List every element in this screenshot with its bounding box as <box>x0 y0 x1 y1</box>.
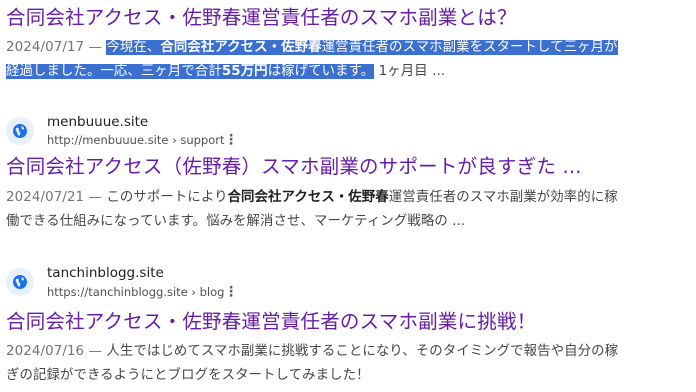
date-separator: — <box>84 190 107 205</box>
snippet-bold: 合同会社アクセス・佐野春 <box>160 40 322 55</box>
result-title-2[interactable]: 合同会社アクセス（佐野春）スマホ副業のサポートが良すぎた ... <box>6 154 582 180</box>
more-vert-icon[interactable]: ⋮ <box>224 284 238 300</box>
more-vert-icon[interactable]: ⋮ <box>224 132 238 148</box>
result-snippet-1: 2024/07/17 — 今現在、合同会社アクセス・佐野春運営責任者のスマホ副業… <box>6 36 628 84</box>
site-url-3[interactable]: https://tanchinblogg.site › blog <box>47 285 224 299</box>
result-title-1[interactable]: 合同会社アクセス・佐野春運営責任者のスマホ副業とは？ <box>6 5 517 31</box>
result-date-2: 2024/07/21 <box>6 190 85 205</box>
result-snippet-3: 2024/07/16 — 人生ではじめてスマホ副業に挑戦することになり、そのタイ… <box>6 340 628 388</box>
snippet-bold: 合同会社アクセス・佐野春 <box>227 190 389 205</box>
snippet-bold: 55万円 <box>221 64 268 79</box>
globe-icon-svg <box>13 275 27 289</box>
snippet-text: このサポートにより <box>106 190 228 205</box>
snippet-tail: 1ヶ月目 ... <box>378 64 446 79</box>
result-title-3[interactable]: 合同会社アクセス・佐野春運営責任者のスマホ副業に挑戦！ <box>6 309 536 335</box>
date-separator: — <box>84 40 107 55</box>
date-separator: — <box>84 344 107 359</box>
globe-icon[interactable] <box>6 117 34 145</box>
site-name-2[interactable]: menbuuue.site <box>47 114 148 130</box>
snippet-text: 運営責任者のスマホ副業をスタートして三ヶ <box>321 40 591 55</box>
globe-icon[interactable] <box>6 268 34 296</box>
result-date-3: 2024/07/16 <box>6 344 85 359</box>
site-url-2[interactable]: http://menbuuue.site › support <box>47 133 225 147</box>
result-snippet-2: 2024/07/21 — このサポートにより合同会社アクセス・佐野春運営責任者の… <box>6 186 628 234</box>
snippet-text: は稼げています。 <box>267 64 375 79</box>
site-name-3[interactable]: tanchinblogg.site <box>47 265 164 281</box>
result-date-1: 2024/07/17 <box>6 40 85 55</box>
snippet-text: 今現在、 <box>106 40 161 55</box>
globe-icon-svg <box>13 124 27 138</box>
